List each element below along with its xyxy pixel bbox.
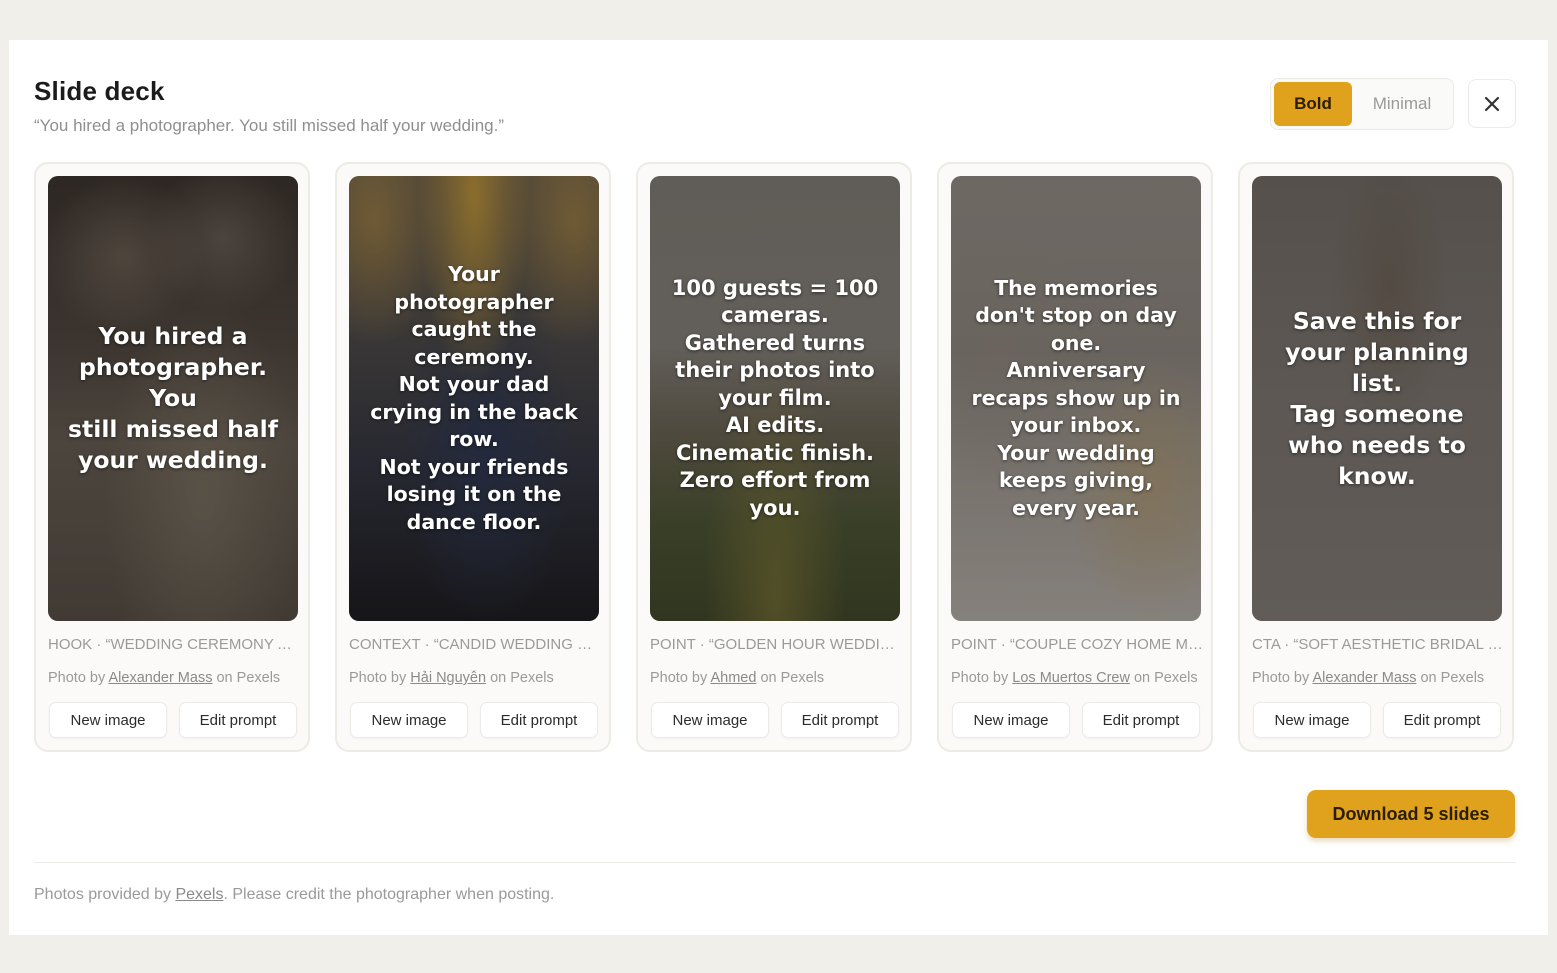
slide-preview[interactable]: The memories don't stop on day one. Anni… — [951, 176, 1201, 621]
slide-caption: CONTEXT · “CANDID WEDDING MOMENT” — [349, 636, 601, 653]
download-slides-button[interactable]: Download 5 slides — [1307, 790, 1515, 838]
footer-suffix: . Please credit the photographer when po… — [223, 886, 555, 903]
slide-text: Your photographer caught the ceremony. N… — [370, 262, 578, 534]
slide-text: The memories don't stop on day one. Anni… — [971, 275, 1181, 520]
style-bold-button[interactable]: Bold — [1274, 82, 1352, 126]
divider — [34, 862, 1516, 863]
credit-prefix: Photo by — [951, 670, 1009, 686]
page-subtitle: “You hired a photographer. You still mis… — [34, 116, 505, 135]
credit-suffix: on Pexels — [490, 670, 554, 686]
credit-suffix: on Pexels — [216, 670, 281, 686]
footer-note: Photos provided by Pexels. Please credit… — [34, 886, 554, 904]
photographer-link[interactable]: Ahmed — [710, 670, 756, 686]
slide-caption: HOOK · “WEDDING CEREMONY AUDIENCE” — [48, 636, 300, 653]
credit-prefix: Photo by — [349, 670, 407, 686]
credit-suffix: on Pexels — [760, 670, 825, 686]
new-image-button[interactable]: New image — [952, 702, 1070, 738]
photo-credit: Photo by Hải Nguyễn on Pexels — [349, 670, 601, 686]
credit-suffix: on Pexels — [1420, 670, 1485, 686]
slide-text: 100 guests = 100 cameras. Gathered turns… — [671, 275, 879, 520]
footer-prefix: Photos provided by — [34, 886, 171, 903]
slide-deck-modal: Slide deck “You hired a photographer. Yo… — [9, 40, 1548, 935]
slide-card: 100 guests = 100 cameras. Gathered turns… — [636, 162, 912, 752]
slide-preview[interactable]: Save this for your planning list. Tag so… — [1252, 176, 1502, 621]
new-image-button[interactable]: New image — [49, 702, 167, 738]
edit-prompt-button[interactable]: Edit prompt — [1383, 702, 1501, 738]
credit-prefix: Photo by — [48, 670, 106, 686]
slide-caption: POINT · “COUPLE COZY HOME MORNING” — [951, 636, 1203, 653]
credit-prefix: Photo by — [1252, 670, 1310, 686]
slide-card: Your photographer caught the ceremony. N… — [335, 162, 611, 752]
style-minimal-button[interactable]: Minimal — [1354, 82, 1450, 126]
photo-credit: Photo by Alexander Mass on Pexels — [1252, 670, 1504, 686]
new-image-button[interactable]: New image — [350, 702, 468, 738]
slide-text: Save this for your planning list. Tag so… — [1285, 306, 1469, 490]
photographer-link[interactable]: Hải Nguyễn — [410, 670, 486, 686]
photographer-link[interactable]: Alexander Mass — [108, 670, 212, 686]
page-title: Slide deck — [34, 76, 165, 106]
edit-prompt-button[interactable]: Edit prompt — [179, 702, 297, 738]
photo-credit: Photo by Los Muertos Crew on Pexels — [951, 670, 1203, 686]
slide-caption: CTA · “SOFT AESTHETIC BRIDAL SHOES” — [1252, 636, 1504, 653]
new-image-button[interactable]: New image — [651, 702, 769, 738]
slide-caption: POINT · “GOLDEN HOUR WEDDING” — [650, 636, 902, 653]
photographer-link[interactable]: Los Muertos Crew — [1012, 670, 1130, 686]
credit-suffix: on Pexels — [1133, 670, 1198, 686]
slide-card: You hired a photographer. You still miss… — [34, 162, 310, 752]
new-image-button[interactable]: New image — [1253, 702, 1371, 738]
edit-prompt-button[interactable]: Edit prompt — [480, 702, 598, 738]
pexels-link[interactable]: Pexels — [175, 886, 223, 903]
style-toggle: Bold Minimal — [1270, 78, 1454, 130]
slide-text: You hired a photographer. You still miss… — [68, 322, 278, 474]
close-icon — [1484, 96, 1500, 111]
slide-preview[interactable]: You hired a photographer. You still miss… — [48, 176, 298, 621]
credit-prefix: Photo by — [650, 670, 708, 686]
photo-credit: Photo by Alexander Mass on Pexels — [48, 670, 300, 686]
photo-credit: Photo by Ahmed on Pexels — [650, 670, 902, 686]
slide-card: The memories don't stop on day one. Anni… — [937, 162, 1213, 752]
edit-prompt-button[interactable]: Edit prompt — [1082, 702, 1200, 738]
close-button[interactable] — [1468, 79, 1516, 128]
slide-preview[interactable]: 100 guests = 100 cameras. Gathered turns… — [650, 176, 900, 621]
edit-prompt-button[interactable]: Edit prompt — [781, 702, 899, 738]
photographer-link[interactable]: Alexander Mass — [1312, 670, 1416, 686]
slide-card: Save this for your planning list. Tag so… — [1238, 162, 1514, 752]
slide-preview[interactable]: Your photographer caught the ceremony. N… — [349, 176, 599, 621]
